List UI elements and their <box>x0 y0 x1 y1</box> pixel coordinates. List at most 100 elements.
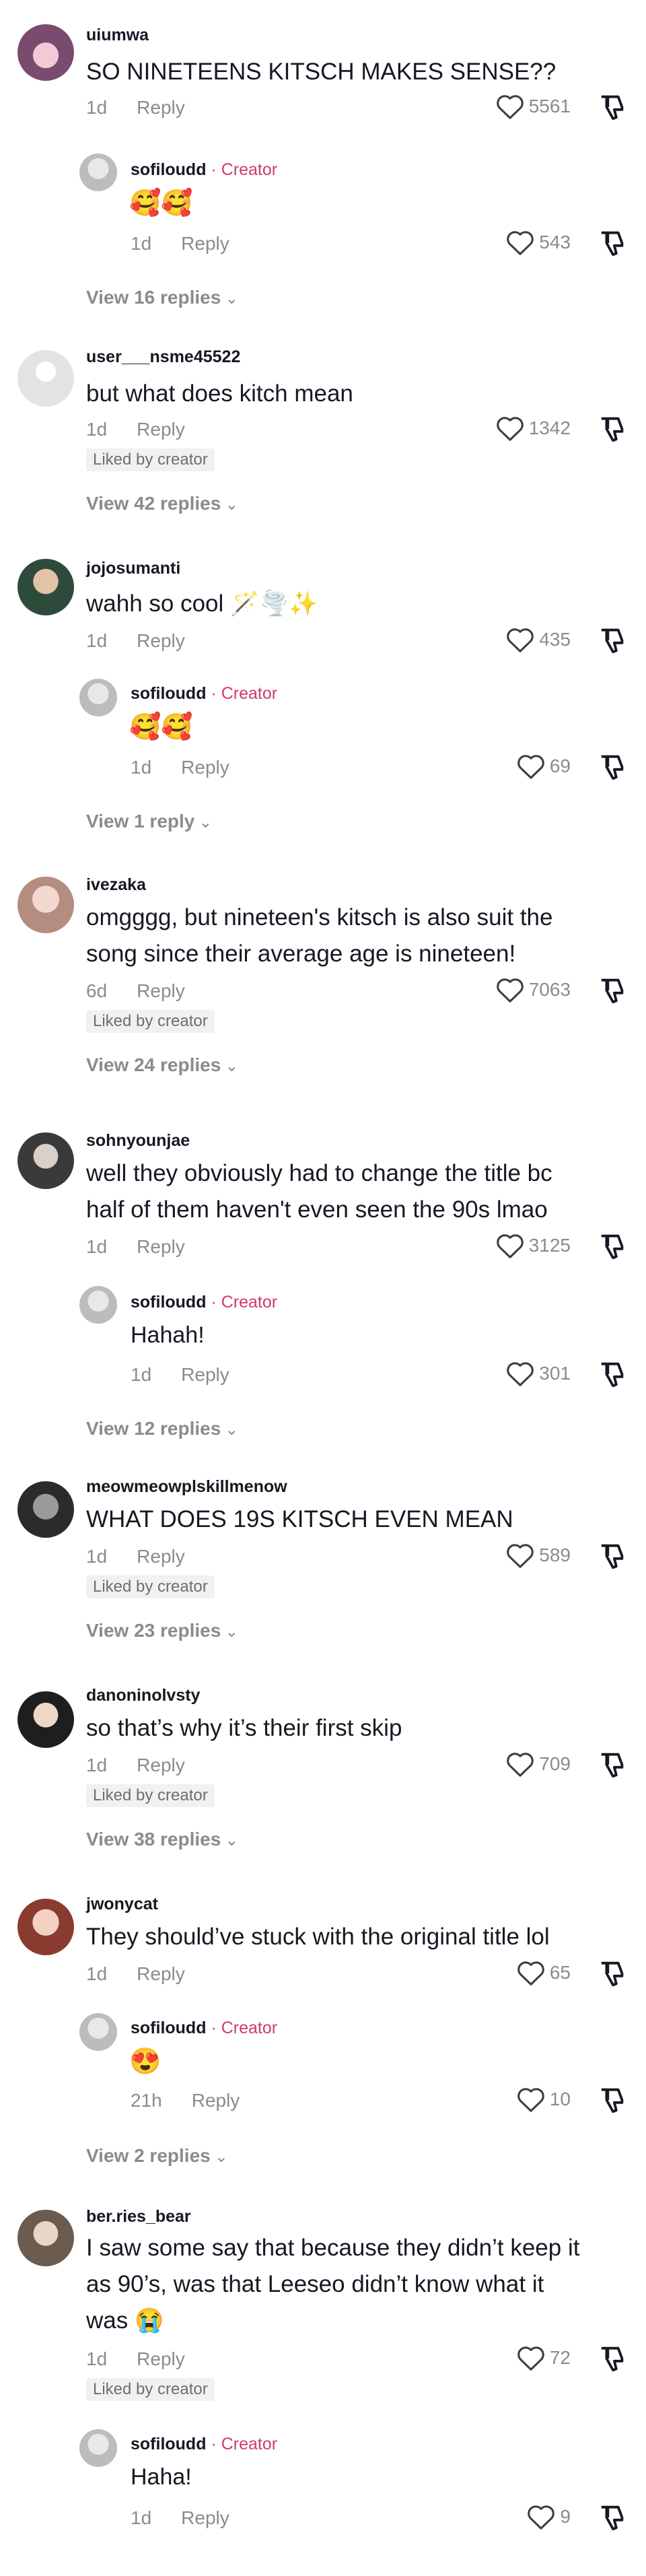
reply-button[interactable]: Reply <box>192 2090 240 2111</box>
creator-avatar[interactable] <box>79 2429 117 2467</box>
reply-button[interactable]: Reply <box>137 1236 185 1257</box>
reply-time: 1d <box>131 2507 152 2528</box>
reply-username[interactable]: sofiloudd · Creator <box>131 2435 277 2454</box>
comment-feed: uiumwa SO NINETEENS KITSCH MAKES SENSE??… <box>0 0 646 2576</box>
like-button[interactable]: 435 <box>505 626 571 653</box>
avatar[interactable] <box>17 1899 74 1955</box>
view-replies-button[interactable]: View 2 replies ⌄ <box>86 2145 228 2167</box>
like-count: 5561 <box>528 96 571 116</box>
like-button[interactable]: 5561 <box>495 93 571 120</box>
avatar[interactable] <box>17 2210 74 2266</box>
like-button[interactable]: 9 <box>526 2503 571 2530</box>
heart-outline-icon <box>496 1234 524 1258</box>
reply-button[interactable]: Reply <box>181 2507 229 2528</box>
view-replies-button[interactable]: View 1 reply ⌄ <box>86 811 212 832</box>
reply-time: 21h <box>131 2090 162 2111</box>
thumbs-down-icon[interactable] <box>598 2502 629 2533</box>
like-button[interactable]: 72 <box>516 2344 571 2371</box>
comment-thread: sohnyounjae well they obviously had to c… <box>0 1118 646 1468</box>
avatar[interactable] <box>17 1132 74 1189</box>
reply-button[interactable]: Reply <box>181 233 229 254</box>
liked-by-creator-badge: Liked by creator <box>86 448 215 471</box>
comment-time: 6d <box>86 980 108 1001</box>
view-replies-button[interactable]: View 24 replies ⌄ <box>86 1054 238 1076</box>
view-replies-button[interactable]: View 23 replies ⌄ <box>86 1620 238 1641</box>
creator-avatar[interactable] <box>79 679 117 716</box>
avatar[interactable] <box>17 24 74 81</box>
like-button[interactable]: 3125 <box>495 1232 571 1259</box>
comment-username[interactable]: ber.ries_bear <box>86 2207 191 2227</box>
avatar[interactable] <box>17 559 74 615</box>
thumbs-down-icon[interactable] <box>598 1231 629 1262</box>
comment-username[interactable]: jwonycat <box>86 1895 158 1914</box>
creator-label: · Creator <box>211 160 278 179</box>
comment-username[interactable]: uiumwa <box>86 26 149 45</box>
comment-meta: 1d Reply <box>86 1546 185 1567</box>
thumbs-down-icon[interactable] <box>598 413 629 444</box>
comment-username[interactable]: sohnyounjae <box>86 1131 190 1151</box>
chevron-down-icon: ⌄ <box>225 496 239 514</box>
like-count: 7063 <box>528 979 571 1000</box>
like-button[interactable]: 543 <box>505 229 571 256</box>
reply-button[interactable]: Reply <box>137 419 185 440</box>
reply-button[interactable]: Reply <box>137 630 185 651</box>
like-button[interactable]: 69 <box>516 753 571 780</box>
like-button[interactable]: 301 <box>505 1360 571 1387</box>
creator-label: · Creator <box>211 684 278 703</box>
creator-label: · Creator <box>211 2019 278 2037</box>
comment-text: wahh so cool 🪄🌪️✨ <box>86 590 318 617</box>
reply-button[interactable]: Reply <box>137 97 185 118</box>
comment-username[interactable]: ivezaka <box>86 875 146 895</box>
creator-avatar[interactable] <box>79 2013 117 2051</box>
reply-time: 1d <box>131 233 152 254</box>
reply-meta: 1d Reply <box>131 2507 229 2529</box>
like-button[interactable]: 709 <box>505 1751 571 1777</box>
reply-text: 🥰🥰 <box>129 713 193 741</box>
reply-button[interactable]: Reply <box>137 2348 185 2369</box>
creator-avatar[interactable] <box>79 1286 117 1324</box>
thumbs-down-icon[interactable] <box>598 751 629 782</box>
comment-username[interactable]: user___nsme45522 <box>86 347 240 367</box>
creator-avatar[interactable] <box>79 154 117 191</box>
thumbs-down-icon[interactable] <box>598 1958 629 1989</box>
thumbs-down-icon[interactable] <box>598 975 629 1006</box>
avatar[interactable] <box>17 1481 74 1538</box>
like-button[interactable]: 10 <box>516 2086 571 2113</box>
view-replies-button[interactable]: View 12 replies ⌄ <box>86 1418 238 1439</box>
reply-button[interactable]: Reply <box>181 1364 229 1385</box>
thumbs-down-icon[interactable] <box>598 228 629 259</box>
like-button[interactable]: 589 <box>505 1542 571 1569</box>
reply-button[interactable]: Reply <box>137 1546 185 1567</box>
thumbs-down-icon[interactable] <box>598 2343 629 2374</box>
reply-username[interactable]: sofiloudd · Creator <box>131 684 277 704</box>
thumbs-down-icon[interactable] <box>598 92 629 123</box>
avatar[interactable] <box>17 1691 74 1748</box>
thumbs-down-icon[interactable] <box>598 2084 629 2115</box>
reply-button[interactable]: Reply <box>137 1963 185 1984</box>
thumbs-down-icon[interactable] <box>598 1749 629 1780</box>
liked-by-creator-badge: Liked by creator <box>86 1784 215 1807</box>
like-button[interactable]: 65 <box>516 1959 571 1986</box>
reply-username[interactable]: sofiloudd · Creator <box>131 160 277 180</box>
like-button[interactable]: 1342 <box>495 415 571 442</box>
comment-username[interactable]: jojosumanti <box>86 559 180 578</box>
like-count: 72 <box>549 2347 571 2368</box>
comment-username[interactable]: meowmeowplskillmenow <box>86 1477 287 1497</box>
thumbs-down-icon[interactable] <box>598 625 629 656</box>
reply-username[interactable]: sofiloudd · Creator <box>131 1293 277 1312</box>
avatar[interactable] <box>17 877 74 933</box>
view-replies-button[interactable]: View 38 replies ⌄ <box>86 1829 238 1850</box>
view-replies-button[interactable]: View 42 replies ⌄ <box>86 493 238 514</box>
comment-thread: user___nsme45522 but what does kitch mea… <box>0 323 646 545</box>
thumbs-down-icon[interactable] <box>598 1540 629 1571</box>
reply-button[interactable]: Reply <box>137 980 185 1001</box>
reply-username[interactable]: sofiloudd · Creator <box>131 2019 277 2038</box>
avatar[interactable] <box>17 350 74 407</box>
reply-button[interactable]: Reply <box>137 1755 185 1775</box>
comment-username[interactable]: danoninolvsty <box>86 1686 200 1705</box>
reply-button[interactable]: Reply <box>181 757 229 778</box>
creator-label: · Creator <box>211 2435 278 2453</box>
view-replies-button[interactable]: View 16 replies ⌄ <box>86 287 238 308</box>
thumbs-down-icon[interactable] <box>598 1359 629 1390</box>
like-button[interactable]: 7063 <box>495 976 571 1003</box>
